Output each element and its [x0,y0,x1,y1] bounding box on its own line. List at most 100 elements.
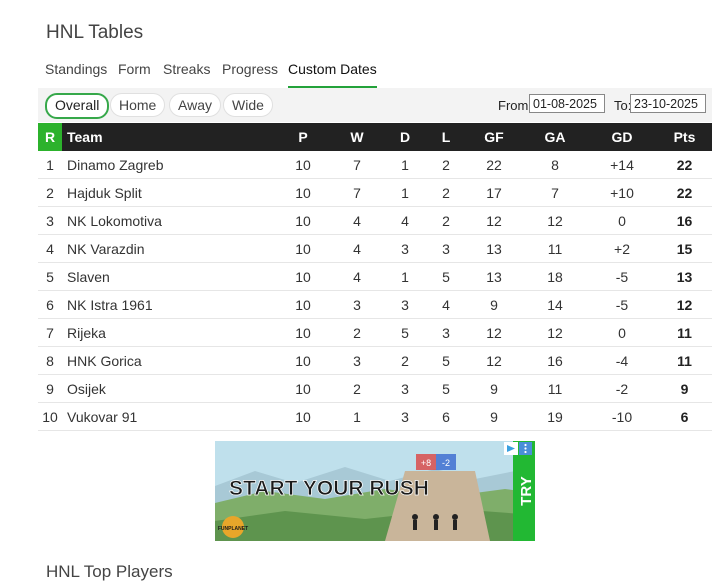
losses-cell: 5 [427,262,465,291]
table-row[interactable]: 3 NK Lokomotiva 10 4 4 2 12 12 0 16 [38,206,712,235]
wins-cell: 2 [331,318,383,347]
table-row[interactable]: 10 Vukovar 91 10 1 3 6 9 19 -10 6 [38,402,712,431]
team-cell[interactable]: Dinamo Zagreb [62,151,275,179]
header-losses[interactable]: L [427,123,465,151]
header-goals-for[interactable]: GF [465,123,523,151]
goals-against-cell: 11 [523,374,587,403]
played-cell: 10 [275,151,331,179]
rank-cell: 5 [38,262,62,291]
header-team[interactable]: Team [62,123,275,151]
goal-difference-cell: 0 [587,318,657,347]
header-rank[interactable]: R [38,123,62,151]
ad-try-label[interactable]: TRY [518,476,535,505]
table-row[interactable]: 6 NK Istra 1961 10 3 3 4 9 14 -5 12 [38,290,712,319]
played-cell: 10 [275,346,331,375]
points-cell: 6 [657,402,712,431]
played-cell: 10 [275,206,331,235]
table-row[interactable]: 8 HNK Gorica 10 3 2 5 12 16 -4 11 [38,346,712,375]
played-cell: 10 [275,318,331,347]
rank-cell: 6 [38,290,62,319]
header-points[interactable]: Pts [657,123,712,151]
goals-against-cell: 12 [523,318,587,347]
filter-wide-button[interactable]: Wide [223,93,273,117]
losses-cell: 2 [427,206,465,235]
header-wins[interactable]: W [331,123,383,151]
filter-home-button[interactable]: Home [110,93,166,117]
draws-cell: 2 [383,346,427,375]
goal-difference-cell: -10 [587,402,657,431]
team-cell[interactable]: NK Varazdin [62,234,275,263]
tab-custom-dates[interactable]: Custom Dates [288,58,377,89]
losses-cell: 5 [427,374,465,403]
losses-cell: 6 [427,402,465,431]
table-row[interactable]: 4 NK Varazdin 10 4 3 3 13 11 +2 15 [38,234,712,263]
tab-standings[interactable]: Standings [45,58,107,86]
table-row[interactable]: 7 Rijeka 10 2 5 3 12 12 0 11 [38,318,712,347]
team-cell[interactable]: Vukovar 91 [62,402,275,431]
goals-against-cell: 11 [523,234,587,263]
goal-difference-cell: 0 [587,206,657,235]
goals-for-cell: 9 [465,290,523,319]
filter-away-button[interactable]: Away [169,93,221,117]
played-cell: 10 [275,178,331,207]
tab-progress[interactable]: Progress [222,58,278,86]
losses-cell: 3 [427,234,465,263]
table-header-row: R Team P W D L GF GA GD Pts [38,123,712,151]
goals-for-cell: 9 [465,374,523,403]
goals-for-cell: 12 [465,346,523,375]
ad-brand: FUNPLANET [218,526,248,532]
to-date-input[interactable] [630,94,706,113]
goal-difference-cell: -2 [587,374,657,403]
wins-cell: 1 [331,402,383,431]
team-cell[interactable]: NK Lokomotiva [62,206,275,235]
standings-table: R Team P W D L GF GA GD Pts 1 Dinamo Zagr… [38,123,712,431]
ad-banner[interactable]: +8 -2 START YOUR RUSH TRY FUNPLANET [215,441,535,541]
goals-against-cell: 7 [523,178,587,207]
played-cell: 10 [275,402,331,431]
goal-difference-cell: -5 [587,262,657,291]
from-label: From: [498,98,532,113]
team-cell[interactable]: Hajduk Split [62,178,275,207]
from-date-input[interactable] [529,94,605,113]
table-row[interactable]: 2 Hajduk Split 10 7 1 2 17 7 +10 22 [38,178,712,207]
rank-cell: 9 [38,374,62,403]
wins-cell: 4 [331,206,383,235]
rank-cell: 10 [38,402,62,431]
team-cell[interactable]: Rijeka [62,318,275,347]
header-goal-difference[interactable]: GD [587,123,657,151]
draws-cell: 1 [383,151,427,179]
tab-form[interactable]: Form [118,58,151,86]
wins-cell: 3 [331,346,383,375]
goals-for-cell: 12 [465,206,523,235]
top-players-title: HNL Top Players [46,562,173,581]
header-goals-against[interactable]: GA [523,123,587,151]
ad-gate-plus: +8 [421,458,431,468]
wins-cell: 4 [331,262,383,291]
header-draws[interactable]: D [383,123,427,151]
filter-overall-button[interactable]: Overall [45,93,110,119]
header-played[interactable]: P [275,123,331,151]
tab-streaks[interactable]: Streaks [163,58,210,86]
draws-cell: 3 [383,402,427,431]
goals-for-cell: 12 [465,318,523,347]
table-row[interactable]: 5 Slaven 10 4 1 5 13 18 -5 13 [38,262,712,291]
rank-cell: 1 [38,151,62,179]
team-cell[interactable]: NK Istra 1961 [62,290,275,319]
points-cell: 22 [657,151,712,179]
wins-cell: 2 [331,374,383,403]
team-cell[interactable]: HNK Gorica [62,346,275,375]
table-row[interactable]: 1 Dinamo Zagreb 10 7 1 2 22 8 +14 22 [38,151,712,179]
to-label: To: [614,98,632,113]
losses-cell: 5 [427,346,465,375]
team-cell[interactable]: Osijek [62,374,275,403]
goals-against-cell: 12 [523,206,587,235]
table-row[interactable]: 9 Osijek 10 2 3 5 9 11 -2 9 [38,374,712,403]
played-cell: 10 [275,374,331,403]
rank-cell: 2 [38,178,62,207]
goal-difference-cell: +14 [587,151,657,179]
draws-cell: 4 [383,206,427,235]
team-cell[interactable]: Slaven [62,262,275,291]
goals-against-cell: 18 [523,262,587,291]
goals-against-cell: 19 [523,402,587,431]
points-cell: 12 [657,290,712,319]
